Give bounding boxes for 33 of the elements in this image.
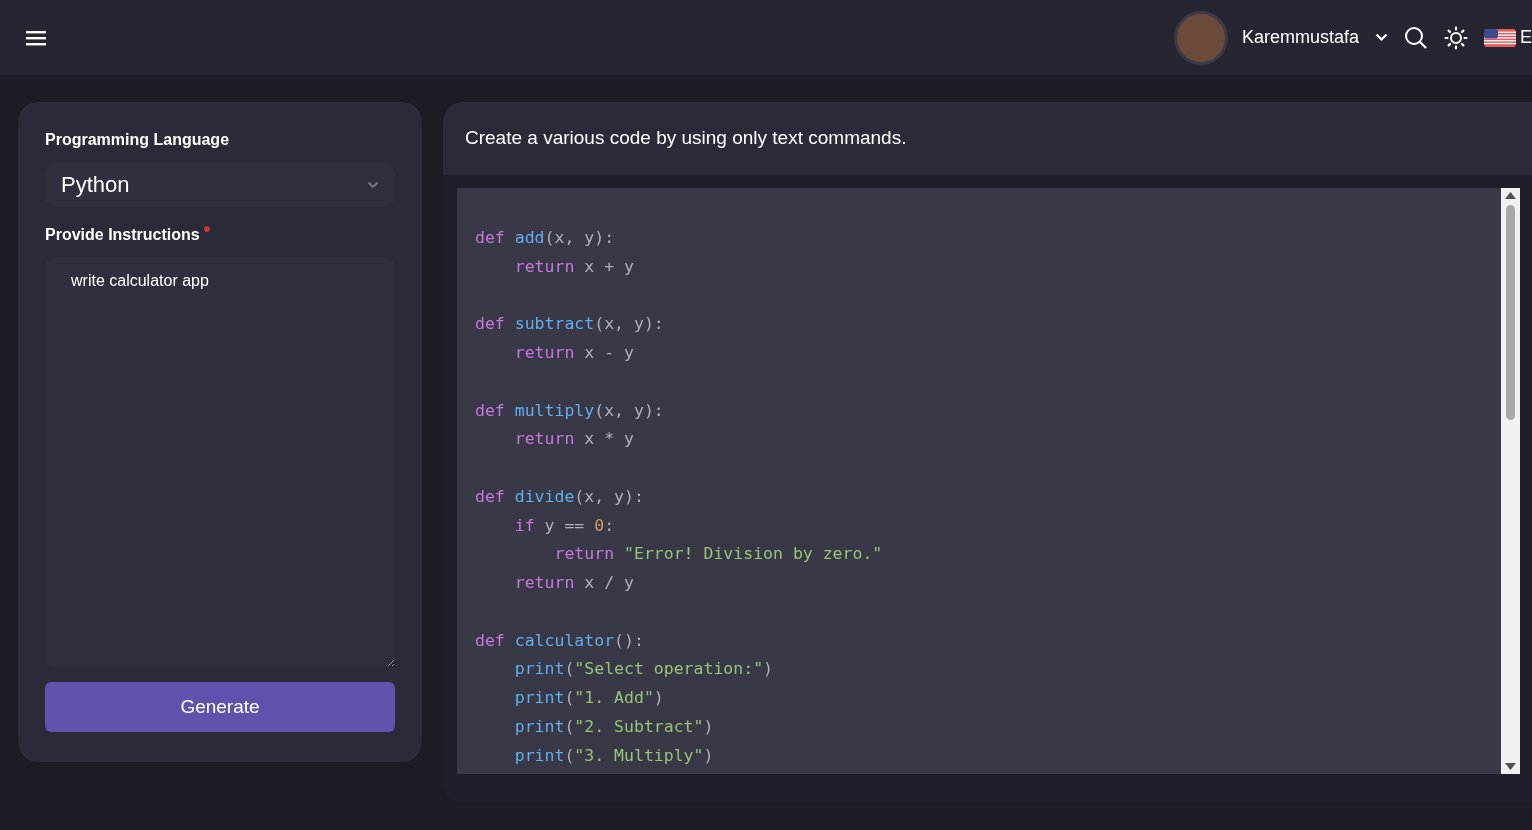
- code-line: return x * y: [513, 428, 634, 451]
- scroll-down-icon[interactable]: [1505, 763, 1516, 770]
- code-line: return x - y: [513, 342, 634, 364]
- scrollbar[interactable]: [1501, 188, 1520, 774]
- code-line: return x / y: [513, 572, 634, 594]
- scroll-up-icon[interactable]: [1505, 192, 1516, 199]
- code-line: def divide(x, y):: [475, 485, 644, 508]
- code-line: print("3. Multiply"): [513, 744, 714, 767]
- scrollbar-thumb[interactable]: [1506, 205, 1515, 420]
- sun-icon[interactable]: [1444, 25, 1468, 50]
- output-heading: Create a various code by using only text commands.: [464, 126, 908, 150]
- language-select[interactable]: Python: [45, 162, 395, 207]
- instructions-field[interactable]: write calculator app: [45, 257, 395, 667]
- menu-icon[interactable]: [26, 29, 46, 46]
- chevron-down-icon: [367, 180, 379, 189]
- field-label: Provide Instructions: [45, 225, 200, 245]
- code-line: if y == 0:: [513, 514, 615, 537]
- code-line: def subtract(x, y):: [475, 313, 664, 336]
- field-label: Programming Language: [45, 130, 231, 150]
- code-line: def calculator():: [475, 629, 644, 652]
- search-icon[interactable]: [1404, 25, 1428, 50]
- code-line: def multiply(x, y):: [475, 399, 664, 422]
- code-line: print("Select operation:"): [513, 658, 774, 681]
- generate-button[interactable]: Generate: [45, 682, 395, 732]
- chevron-down-icon[interactable]: [1375, 33, 1388, 42]
- flag-icon[interactable]: [1484, 28, 1516, 47]
- language-label[interactable]: E: [1520, 24, 1532, 51]
- code-line: return x + y: [513, 255, 634, 278]
- code-line: print("2. Subtract"): [513, 715, 714, 738]
- code-line: def add(x, y):: [475, 227, 615, 249]
- code-line: print("1. Add"): [513, 687, 664, 709]
- user-name[interactable]: Karemmustafa: [1241, 24, 1359, 51]
- code-line: return "Error! Division by zero.": [553, 543, 883, 566]
